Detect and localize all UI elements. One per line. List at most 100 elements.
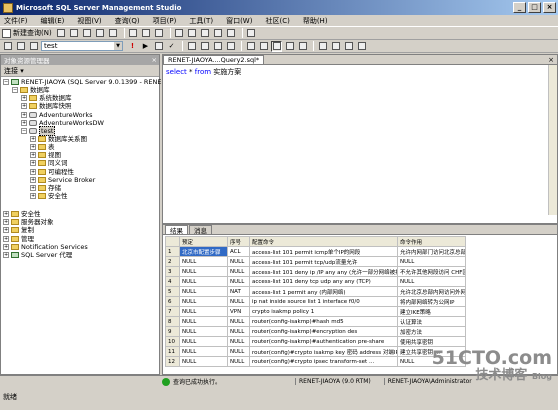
registered-servers-button[interactable]: [174, 28, 185, 39]
xmla-query-button[interactable]: [108, 28, 119, 39]
execute-button[interactable]: !: [127, 41, 138, 52]
results-grid[interactable]: 预定 序号 配置命令 命令作用 1 北京市配置步骤 ACL access-list 1…: [165, 236, 466, 367]
expand-icon[interactable]: +: [21, 103, 27, 110]
results-to-text-button[interactable]: [284, 41, 295, 52]
results-to-grid-button[interactable]: [271, 40, 282, 52]
table-cell[interactable]: access-list 101 permit tcp/udp流量允许: [249, 256, 398, 267]
include-plan-button[interactable]: [245, 41, 256, 52]
decrease-indent-button[interactable]: [343, 41, 354, 52]
maximize-button[interactable]: □: [528, 2, 541, 13]
table-cell[interactable]: 建立IKE策略: [397, 306, 466, 317]
table-cell[interactable]: router(config-isakmp)#encryption des: [249, 326, 398, 337]
table-cell[interactable]: NULL: [227, 266, 250, 277]
tree-node-storage[interactable]: + 存储: [3, 184, 159, 192]
table-cell[interactable]: NULL: [179, 316, 228, 327]
table-row[interactable]: 10 NULL NULL router(config-isakmp)#authenti…: [165, 336, 466, 347]
new-file-button[interactable]: [56, 28, 67, 39]
table-row[interactable]: 1 北京市配置步骤 ACL access-list 101 permit icmp单个…: [165, 246, 466, 257]
grid-header[interactable]: 命令作用: [397, 236, 466, 247]
table-cell[interactable]: 认证算法: [397, 316, 466, 327]
row-number[interactable]: 3: [165, 266, 180, 277]
table-cell[interactable]: NULL: [227, 316, 250, 327]
tab-query2[interactable]: RENET-JIAOYA....Query2.sql*: [163, 55, 265, 64]
table-cell[interactable]: router(config)#crypto ipsec transform-se…: [249, 356, 398, 367]
expand-icon[interactable]: +: [30, 168, 36, 175]
table-cell[interactable]: access-list 101 deny ip /IP any any (允许一…: [249, 266, 398, 277]
expand-icon[interactable]: +: [3, 211, 9, 218]
row-number[interactable]: 11: [165, 346, 180, 357]
expand-icon[interactable]: +: [3, 251, 9, 258]
expand-icon[interactable]: +: [3, 243, 9, 250]
menu-tools[interactable]: 工具(T): [189, 16, 213, 26]
table-row[interactable]: 7 NULL VPN crypto isakmp policy 1 建立IKE策略: [165, 306, 466, 317]
tree-node-adventureworksdw[interactable]: + AdventureWorksDW: [3, 119, 159, 127]
table-cell[interactable]: NULL: [397, 256, 466, 267]
table-row[interactable]: 4 NULL NULL access-list 101 deny tcp udp an…: [165, 276, 466, 287]
table-cell[interactable]: 将内部网络转为公网IP: [397, 296, 466, 307]
tree-node-views[interactable]: + 视图: [3, 151, 159, 159]
client-stats-button[interactable]: [258, 41, 269, 52]
row-number[interactable]: 8: [165, 316, 180, 327]
expand-icon[interactable]: +: [30, 184, 36, 191]
minimize-button[interactable]: _: [513, 2, 526, 13]
save-button[interactable]: [141, 28, 152, 39]
table-cell[interactable]: crypto isakmp policy 1: [249, 306, 398, 317]
expand-icon[interactable]: +: [21, 111, 27, 118]
collapse-icon[interactable]: −: [21, 127, 27, 134]
table-cell[interactable]: 北京市配置步骤: [179, 246, 228, 257]
tree-node-sql-agent[interactable]: + SQL Server 代理: [3, 251, 159, 259]
close-icon[interactable]: ×: [548, 56, 554, 64]
disconnect-button[interactable]: [15, 41, 26, 52]
grid-header[interactable]: 序号: [227, 236, 250, 247]
tree-node-notification-services[interactable]: + Notification Services: [3, 243, 159, 251]
table-cell[interactable]: NULL: [227, 296, 250, 307]
table-cell[interactable]: access-list 1 permit any (内部网络): [249, 286, 398, 297]
uncomment-button[interactable]: [330, 41, 341, 52]
grid-header-corner[interactable]: [165, 236, 180, 247]
close-icon[interactable]: ×: [152, 56, 157, 64]
menu-help[interactable]: 帮助(H): [303, 16, 328, 26]
expand-icon[interactable]: +: [3, 227, 9, 234]
table-cell[interactable]: NULL: [227, 326, 250, 337]
table-cell[interactable]: NULL: [227, 346, 250, 357]
table-cell[interactable]: access-list 101 deny tcp udp any any (TC…: [249, 276, 398, 287]
table-cell[interactable]: 允许内网部门访问北京总部: [397, 246, 466, 257]
expand-icon[interactable]: +: [30, 176, 36, 183]
table-cell[interactable]: NULL: [227, 256, 250, 267]
table-cell[interactable]: NULL: [227, 276, 250, 287]
tree-node-db-security[interactable]: + 安全性: [3, 192, 159, 200]
dmx-query-button[interactable]: [95, 28, 106, 39]
tree-node-management[interactable]: + 管理: [3, 235, 159, 243]
tree-node-server[interactable]: − RENET-JIAOYA (SQL Server 9.0.1399 - REN…: [3, 78, 161, 86]
collapse-icon[interactable]: −: [12, 87, 18, 94]
database-select[interactable]: test ▼: [41, 41, 123, 51]
help-button[interactable]: [246, 28, 257, 39]
tree-node-diagrams[interactable]: + 数据库关系图: [3, 135, 159, 143]
collapse-icon[interactable]: −: [3, 79, 9, 86]
table-cell[interactable]: 加密方法: [397, 326, 466, 337]
table-row[interactable]: 5 NULL NAT access-list 1 permit any (内部网络) 允…: [165, 286, 466, 297]
table-cell[interactable]: router(config-isakmp)#hash md5: [249, 316, 398, 327]
table-cell[interactable]: NULL: [179, 356, 228, 367]
table-cell[interactable]: 使用共享密钥: [397, 336, 466, 347]
connect-button[interactable]: [2, 41, 13, 52]
row-number[interactable]: 4: [165, 276, 180, 287]
template-explorer-button[interactable]: [200, 28, 211, 39]
table-row[interactable]: 12 NULL NULL router(config)#crypto ipsec tr…: [165, 356, 466, 367]
table-row[interactable]: 9 NULL NULL router(config-isakmp)#encryptio…: [165, 326, 466, 337]
intellisense-button[interactable]: [225, 41, 236, 52]
row-number[interactable]: 10: [165, 336, 180, 347]
table-cell[interactable]: VPN: [227, 306, 250, 317]
row-number[interactable]: 2: [165, 256, 180, 267]
menu-project[interactable]: 项目(P): [153, 16, 177, 26]
tree-node-test[interactable]: − test: [3, 125, 159, 136]
estimated-plan-button[interactable]: [186, 41, 197, 52]
editor-vertical-scrollbar[interactable]: [548, 65, 557, 215]
debug-button[interactable]: ▶: [140, 41, 151, 52]
tree-node-tables[interactable]: + 表: [3, 143, 159, 151]
table-cell[interactable]: router(config-isakmp)#authentication pre…: [249, 336, 398, 347]
tree-node-synonyms[interactable]: + 同义词: [3, 159, 159, 167]
tree-node-replication[interactable]: + 复制: [3, 226, 159, 234]
query-designer-button[interactable]: [199, 41, 210, 52]
tree-node-db-snapshots[interactable]: + 数据库快照: [3, 102, 159, 110]
